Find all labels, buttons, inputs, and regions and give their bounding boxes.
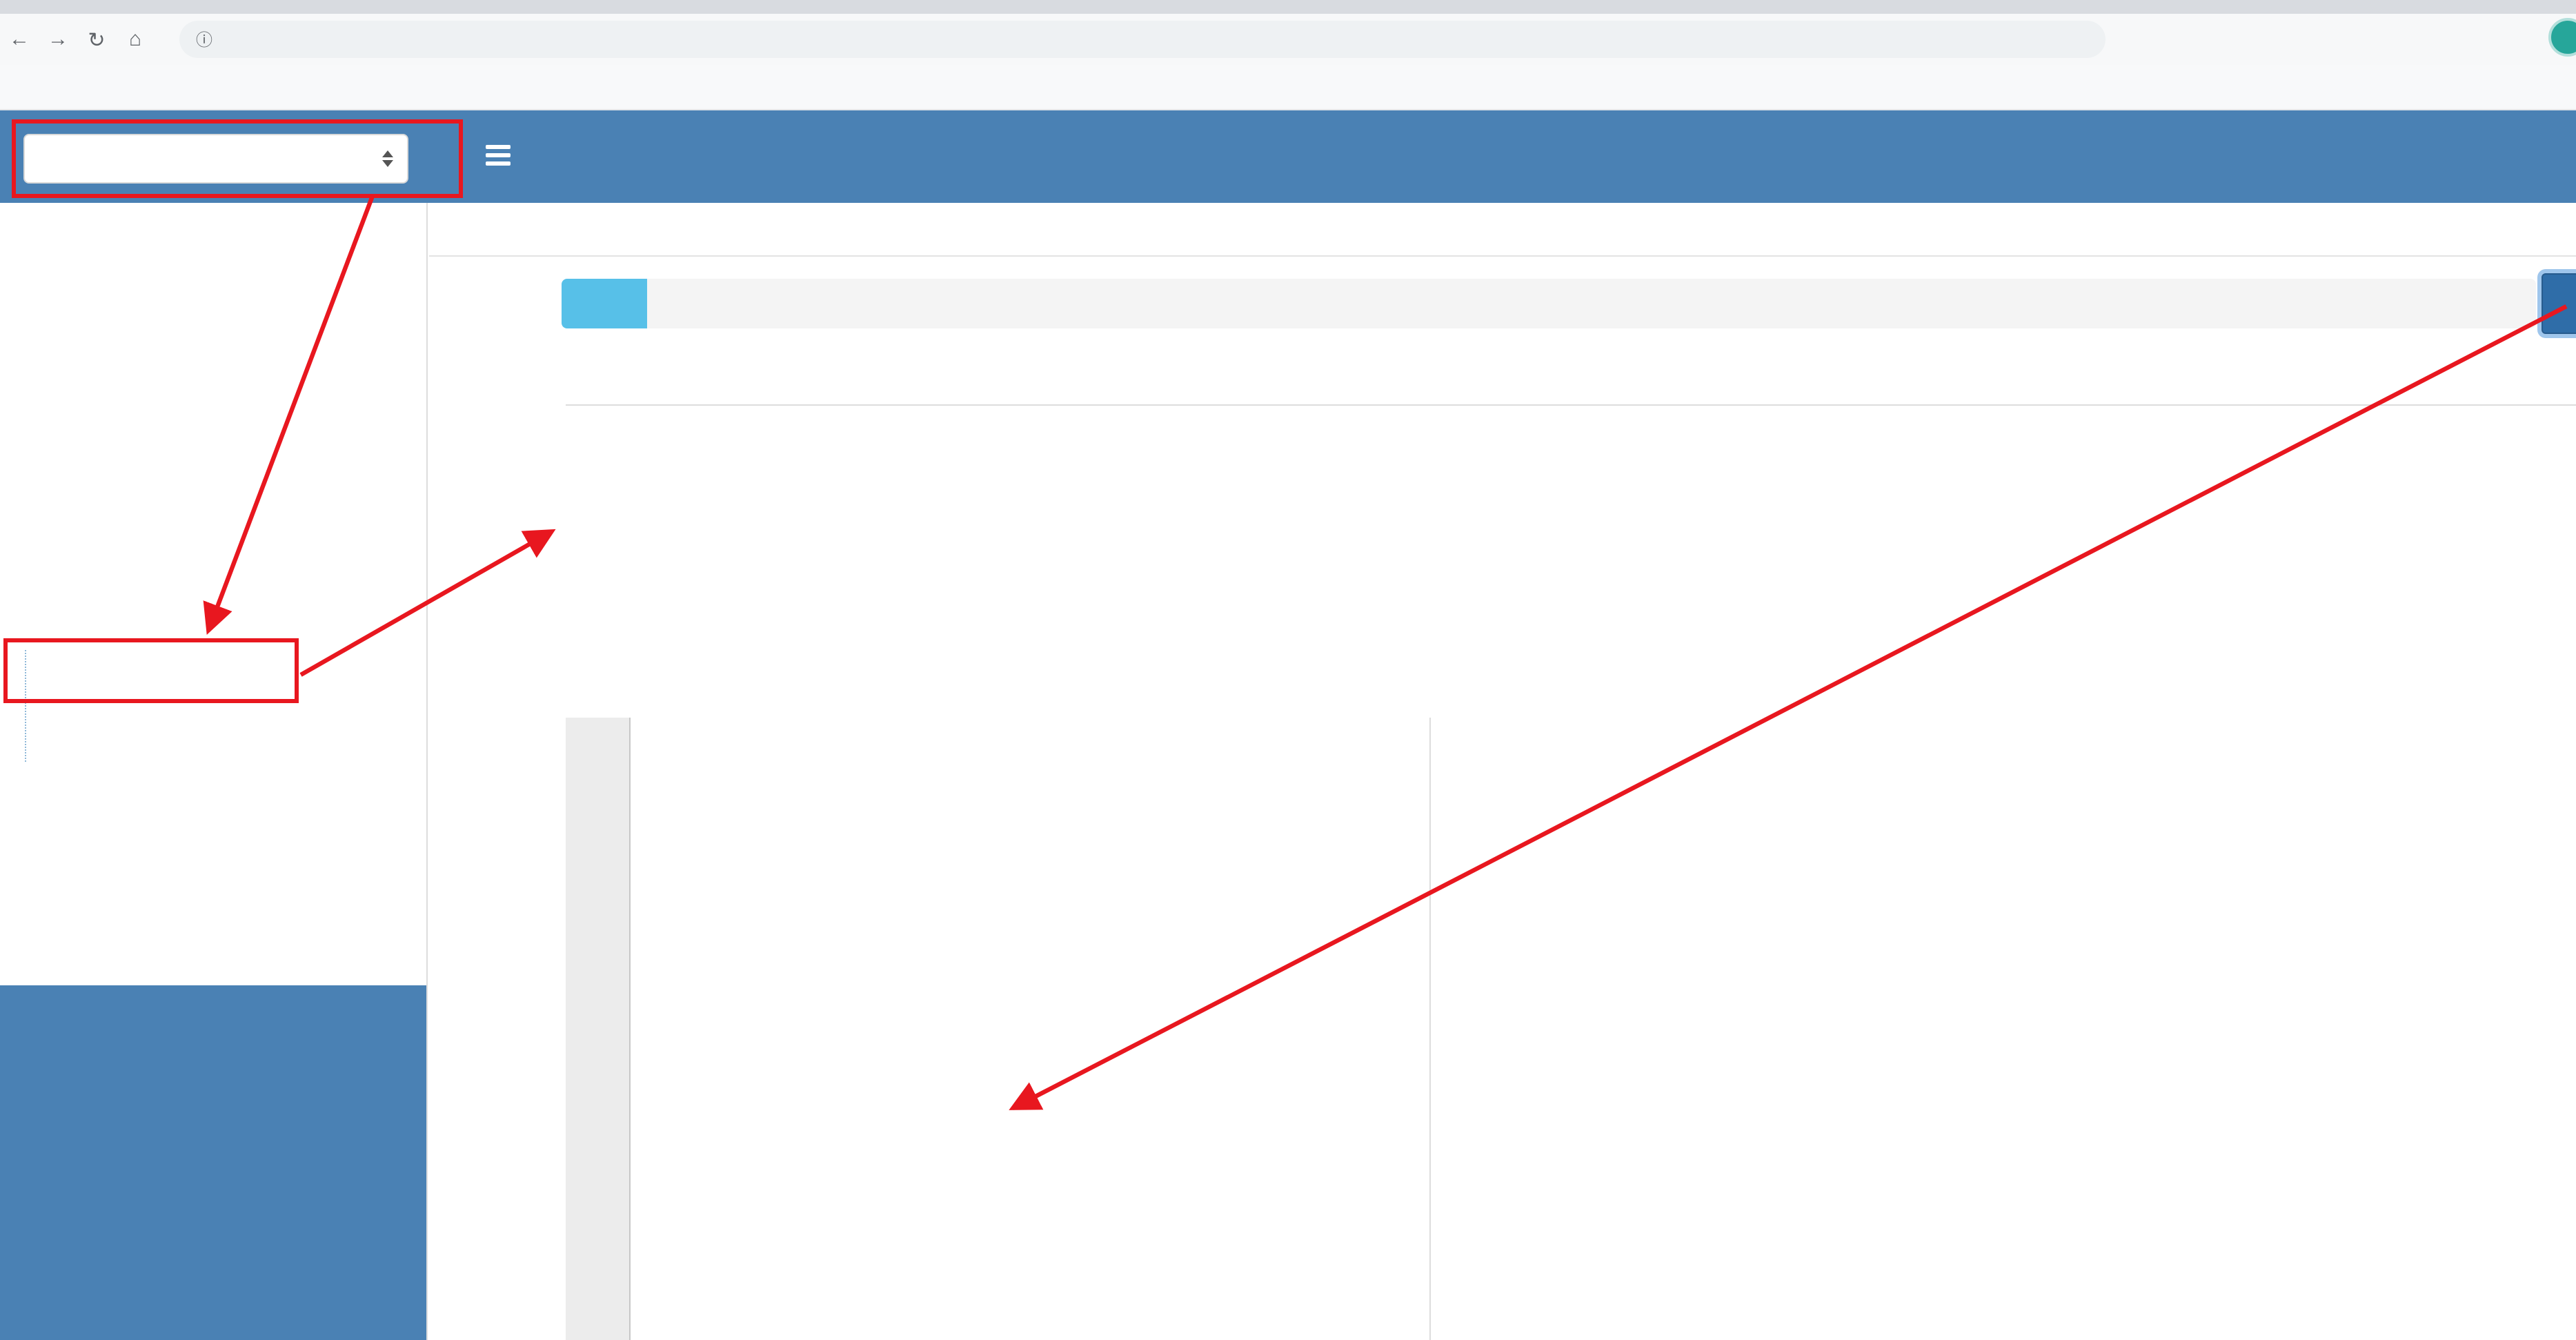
home-icon[interactable]: ⌂ <box>116 28 155 51</box>
bookmarks-bar <box>0 65 2576 110</box>
screen: ← → ↻ ⌂ ⓘ <box>0 0 2576 1340</box>
reload-icon[interactable]: ↻ <box>77 27 116 52</box>
request-url-field[interactable] <box>647 279 2536 328</box>
content-tab-bar <box>429 203 2576 257</box>
endpoint-guide-line <box>25 650 26 762</box>
back-icon[interactable]: ← <box>0 28 39 51</box>
menu-icon[interactable] <box>486 145 511 170</box>
code-gutter <box>566 718 631 1340</box>
sidebar <box>0 203 428 1340</box>
forward-icon[interactable]: → <box>39 28 77 51</box>
params-table <box>566 404 2576 406</box>
page-info-icon[interactable]: ⓘ <box>196 28 212 51</box>
select-arrows-icon <box>382 150 393 167</box>
request-method-badge <box>562 279 647 328</box>
send-button[interactable] <box>2542 273 2576 334</box>
address-bar[interactable]: ⓘ <box>179 21 2106 58</box>
response-body <box>631 718 2576 1340</box>
browser-tab-strip <box>0 0 2576 14</box>
module-select[interactable] <box>23 134 408 184</box>
sidebar-footer <box>0 985 426 1340</box>
app-header <box>0 110 2576 203</box>
